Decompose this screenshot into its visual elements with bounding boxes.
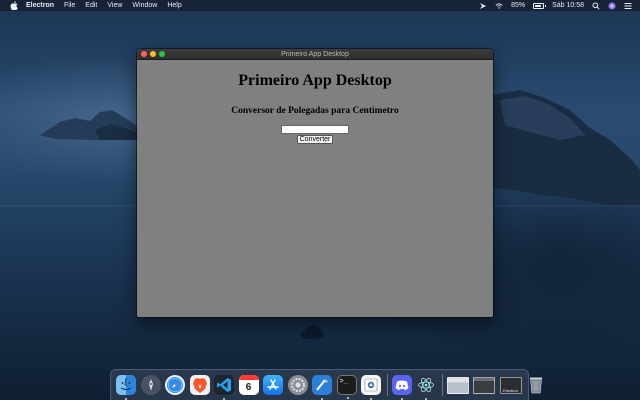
window-titlebar[interactable]: Primeiro App Desktop bbox=[137, 49, 493, 60]
vscode-icon[interactable] bbox=[214, 375, 234, 400]
spotlight-search-icon[interactable] bbox=[592, 2, 600, 10]
inches-input[interactable] bbox=[281, 125, 349, 134]
menu-help[interactable]: Help bbox=[167, 0, 181, 11]
brave-icon[interactable] bbox=[189, 375, 210, 395]
window-title: Primeiro App Desktop bbox=[281, 51, 349, 58]
app-window: Primeiro App Desktop Primeiro App Deskto… bbox=[137, 49, 493, 317]
notification-arrow-icon[interactable] bbox=[479, 2, 487, 10]
preview-icon[interactable] bbox=[361, 375, 381, 400]
apple-icon[interactable] bbox=[10, 1, 18, 10]
minimized-window-thumbnail[interactable] bbox=[473, 376, 495, 394]
siri-icon[interactable] bbox=[608, 1, 616, 10]
menu-file[interactable]: File bbox=[64, 0, 75, 11]
menu-window[interactable]: Window bbox=[132, 0, 157, 11]
terminal-icon[interactable]: >_ bbox=[336, 375, 357, 399]
converter-subheading: Conversor de Polegadas para Centímetro bbox=[231, 106, 399, 116]
minimized-window-thumbnail[interactable] bbox=[446, 376, 469, 394]
control-center-icon[interactable] bbox=[624, 2, 632, 10]
dock-separator bbox=[386, 374, 388, 396]
calendar-day: 6 bbox=[245, 381, 252, 393]
convert-button[interactable]: Converter bbox=[296, 135, 334, 144]
app-store-icon[interactable] bbox=[263, 375, 283, 395]
battery-icon[interactable] bbox=[533, 2, 547, 9]
menu-view[interactable]: View bbox=[107, 0, 122, 11]
launchpad-icon[interactable] bbox=[140, 375, 161, 395]
battery-percent: 85% bbox=[511, 2, 526, 9]
dock-separator bbox=[441, 374, 443, 396]
menu-clock[interactable]: Sáb 10:58 bbox=[552, 0, 584, 11]
menu-edit[interactable]: Edit bbox=[85, 0, 97, 11]
thumbnail-label: Electron bbox=[503, 387, 518, 393]
trash-icon[interactable] bbox=[526, 375, 546, 395]
page-heading: Primeiro App Desktop bbox=[238, 72, 392, 89]
xcode-icon[interactable] bbox=[312, 375, 332, 400]
system-preferences-icon[interactable] bbox=[287, 375, 308, 395]
dock: 6 >_ Electron bbox=[110, 369, 543, 400]
safari-icon[interactable] bbox=[165, 375, 185, 395]
wifi-icon[interactable] bbox=[495, 2, 503, 10]
menu-app-name[interactable]: Electron bbox=[26, 0, 54, 11]
discord-icon[interactable] bbox=[391, 375, 412, 400]
electron-icon[interactable] bbox=[416, 375, 436, 400]
menu-bar: Electron File Edit View Window Help 85% … bbox=[0, 0, 640, 11]
finder-icon[interactable] bbox=[116, 375, 136, 400]
calendar-icon[interactable]: 6 bbox=[238, 375, 259, 395]
terminal-prompt: >_ bbox=[339, 378, 348, 385]
minimized-electron-window-thumbnail[interactable]: Electron bbox=[499, 376, 522, 394]
window-content: Primeiro App Desktop Conversor de Polega… bbox=[137, 72, 493, 144]
